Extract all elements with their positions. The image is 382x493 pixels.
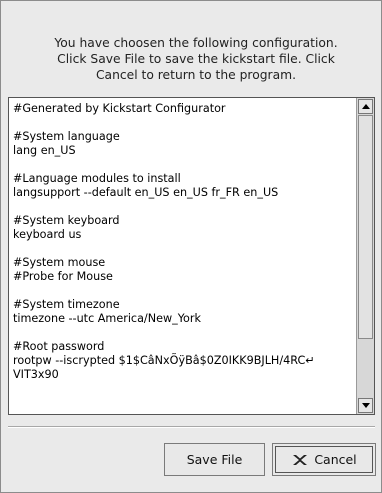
dialog-message: You have choosen the following configura… xyxy=(54,36,338,82)
vertical-scrollbar[interactable] xyxy=(356,98,374,414)
kickstart-summary-dialog: You have choosen the following configura… xyxy=(0,0,382,493)
x-icon xyxy=(293,454,308,465)
config-text-view[interactable]: #Generated by Kickstart Configurator #Sy… xyxy=(9,98,356,414)
save-file-label: Save File xyxy=(186,452,243,467)
cancel-label: Cancel xyxy=(314,452,357,467)
config-text-frame: #Generated by Kickstart Configurator #Sy… xyxy=(8,97,375,415)
scroll-up-button[interactable] xyxy=(358,99,373,114)
button-separator xyxy=(8,426,375,428)
down-arrow-icon xyxy=(361,403,370,408)
up-arrow-icon xyxy=(361,104,370,109)
config-text: #Generated by Kickstart Configurator #Sy… xyxy=(13,102,315,381)
cancel-button[interactable]: Cancel xyxy=(272,443,376,476)
scrollbar-thumb[interactable] xyxy=(358,115,373,339)
save-file-button[interactable]: Save File xyxy=(164,443,265,476)
scroll-down-button[interactable] xyxy=(358,398,373,413)
